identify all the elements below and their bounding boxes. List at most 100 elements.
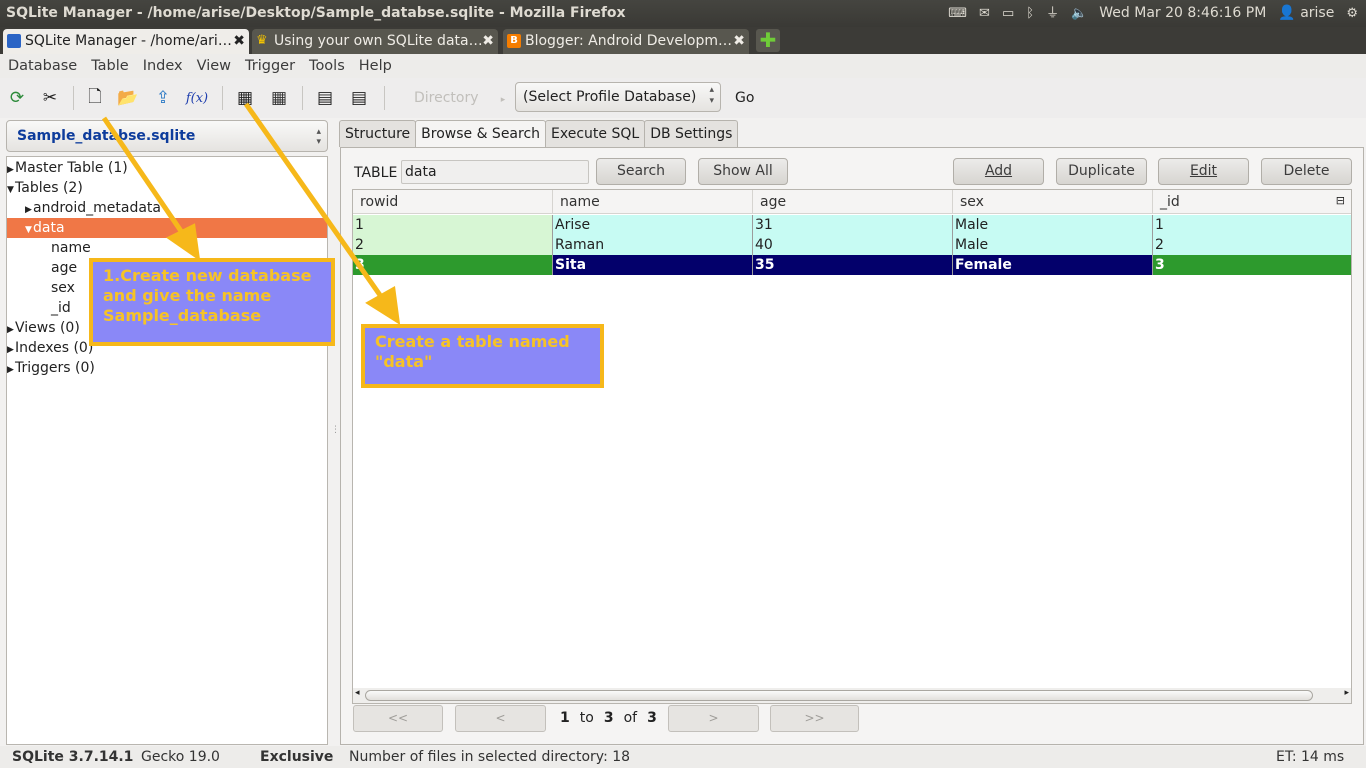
menu-view[interactable]: View [193, 58, 235, 74]
create-table-icon[interactable]: ▦ [233, 86, 257, 110]
menu-index[interactable]: Index [139, 58, 187, 74]
grid-cell[interactable]: Male [953, 235, 1153, 255]
edit-button[interactable]: Edit [1158, 158, 1249, 185]
prev-page-button[interactable]: < [455, 705, 546, 732]
column-picker-icon[interactable]: ⊟ [1336, 194, 1345, 207]
menu-help[interactable]: Help [355, 58, 396, 74]
table-name-field[interactable]: data [401, 160, 589, 184]
grid-cell[interactable]: Raman [553, 235, 753, 255]
scrollbar-thumb[interactable] [365, 690, 1313, 701]
first-page-button[interactable]: << [353, 705, 443, 732]
horizontal-scrollbar[interactable]: ◂ ▸ [353, 688, 1351, 703]
create-index-icon[interactable]: ▤ [313, 86, 337, 110]
chevron-right-icon: ▸ [500, 95, 506, 105]
tree-item-master-table[interactable]: ▶Master Table (1) [7, 158, 327, 178]
duplicate-button[interactable]: Duplicate [1056, 158, 1147, 185]
add-button[interactable]: Add [953, 158, 1044, 185]
grid-cell[interactable]: 2 [1153, 235, 1351, 255]
next-page-button[interactable]: > [668, 705, 759, 732]
column-header-id[interactable]: _id [1153, 190, 1351, 214]
close-icon[interactable]: ✖ [482, 29, 494, 53]
scroll-right-icon[interactable]: ▸ [1344, 688, 1349, 698]
drop-index-icon[interactable]: ▤ [347, 86, 371, 110]
tab-browse-search[interactable]: Browse & Search [415, 120, 547, 149]
database-select[interactable]: Sample_databse.sqlite ▴ ▾ [6, 120, 328, 152]
scroll-left-icon[interactable]: ◂ [355, 688, 360, 698]
menu-table[interactable]: Table [87, 58, 133, 74]
grid-cell[interactable]: 3 [353, 255, 553, 275]
expand-icon[interactable]: ▶ [7, 340, 15, 360]
menu-tools[interactable]: Tools [305, 58, 349, 74]
clock[interactable]: Wed Mar 20 8:46:16 PM [1099, 0, 1266, 27]
close-icon[interactable]: ✖ [233, 29, 245, 53]
expand-icon[interactable]: ▶ [25, 200, 33, 220]
new-database-icon[interactable]: 🗋 [83, 86, 107, 110]
grid-cell[interactable]: 40 [753, 235, 953, 255]
browser-tab-blogger[interactable]: B Blogger: Android Developm… ✖ [503, 29, 749, 54]
mail-icon[interactable]: ✉ [979, 0, 990, 27]
grid-cell[interactable]: 2 [353, 235, 553, 255]
grid-cell[interactable]: Arise [553, 215, 753, 235]
grid-cell[interactable]: 1 [1153, 215, 1351, 235]
panel-splitter[interactable]: ⋮ [331, 425, 340, 439]
tree-item-triggers[interactable]: ▶Triggers (0) [7, 358, 327, 378]
delete-button[interactable]: Delete [1261, 158, 1352, 185]
toolbar-separator [73, 86, 74, 110]
grid-cell[interactable]: Female [953, 255, 1153, 275]
collapse-icon[interactable]: ▼ [7, 180, 15, 200]
drop-table-icon[interactable]: ▦ [267, 86, 291, 110]
schema-tree: ▶Master Table (1) ▼Tables (2) ▶android_m… [6, 156, 328, 745]
last-page-button[interactable]: >> [770, 705, 859, 732]
go-button[interactable]: Go [735, 90, 754, 106]
function-icon[interactable]: f(x) [185, 86, 209, 110]
expand-icon[interactable]: ▶ [7, 320, 15, 340]
grid-cell[interactable]: 35 [753, 255, 953, 275]
new-tab-button[interactable]: ✚ [756, 29, 780, 52]
column-header-name[interactable]: name [553, 190, 753, 214]
tab-execute-sql[interactable]: Execute SQL [545, 120, 646, 147]
grid-cell[interactable]: 1 [353, 215, 553, 235]
tab-structure[interactable]: Structure [339, 120, 417, 147]
collapse-icon[interactable]: ▼ [25, 220, 33, 240]
search-button[interactable]: Search [596, 158, 686, 185]
tree-label: Tables (2) [15, 180, 83, 196]
open-folder-icon[interactable]: 📂 [116, 86, 140, 110]
show-all-button[interactable]: Show All [698, 158, 788, 185]
bluetooth-icon[interactable]: ᛒ [1026, 0, 1034, 27]
menu-database[interactable]: Database [4, 58, 81, 74]
grid-cell[interactable]: Male [953, 215, 1153, 235]
volume-icon[interactable]: 🔈 [1071, 0, 1087, 27]
keyboard-icon[interactable]: ⌨ [948, 0, 967, 27]
directory-button[interactable]: Directory ▸ [414, 90, 505, 106]
browser-tab-sqlite-manager[interactable]: SQLite Manager - /home/ari… ✖ [3, 29, 249, 54]
expand-icon[interactable]: ▶ [7, 360, 15, 380]
column-header-sex[interactable]: sex [953, 190, 1153, 214]
column-header-age[interactable]: age [753, 190, 953, 214]
network-icon[interactable]: ⏚ [1046, 0, 1059, 27]
browser-tab-using-sqlite[interactable]: ♛ Using your own SQLite data… ✖ [252, 29, 498, 54]
tree-item-tables[interactable]: ▼Tables (2) [7, 178, 327, 198]
tree-item-android-metadata[interactable]: ▶android_metadata [7, 198, 327, 218]
tree-label: data [33, 220, 65, 236]
import-icon[interactable]: ⇪ [151, 86, 175, 110]
refresh-icon[interactable]: ⟳ [5, 86, 29, 110]
table-row-selected[interactable]: 3 Sita 35 Female 3 [353, 255, 1351, 275]
table-row[interactable]: 2 Raman 40 Male 2 [353, 235, 1351, 255]
grid-cell[interactable]: 3 [1153, 255, 1351, 275]
tree-item-data[interactable]: ▼data [7, 218, 327, 238]
grid-cell[interactable]: 31 [753, 215, 953, 235]
battery-icon[interactable]: ▭ [1002, 0, 1014, 27]
column-header-rowid[interactable]: rowid [353, 190, 553, 214]
tools-icon[interactable]: ✂ [38, 86, 62, 110]
gear-icon[interactable]: ⚙ [1346, 0, 1358, 27]
menu-trigger[interactable]: Trigger [241, 58, 299, 74]
table-row[interactable]: 1 Arise 31 Male 1 [353, 215, 1351, 235]
grid-cell[interactable]: Sita [553, 255, 753, 275]
profile-database-select[interactable]: (Select Profile Database) ▴ ▾ [515, 82, 721, 112]
expand-icon[interactable]: ▶ [7, 160, 15, 180]
tree-item-column-name[interactable]: name [7, 238, 327, 258]
user-menu[interactable]: 👤 arise [1278, 0, 1334, 27]
tree-label: sex [51, 280, 75, 296]
tab-db-settings[interactable]: DB Settings [644, 120, 739, 147]
close-icon[interactable]: ✖ [733, 29, 745, 53]
